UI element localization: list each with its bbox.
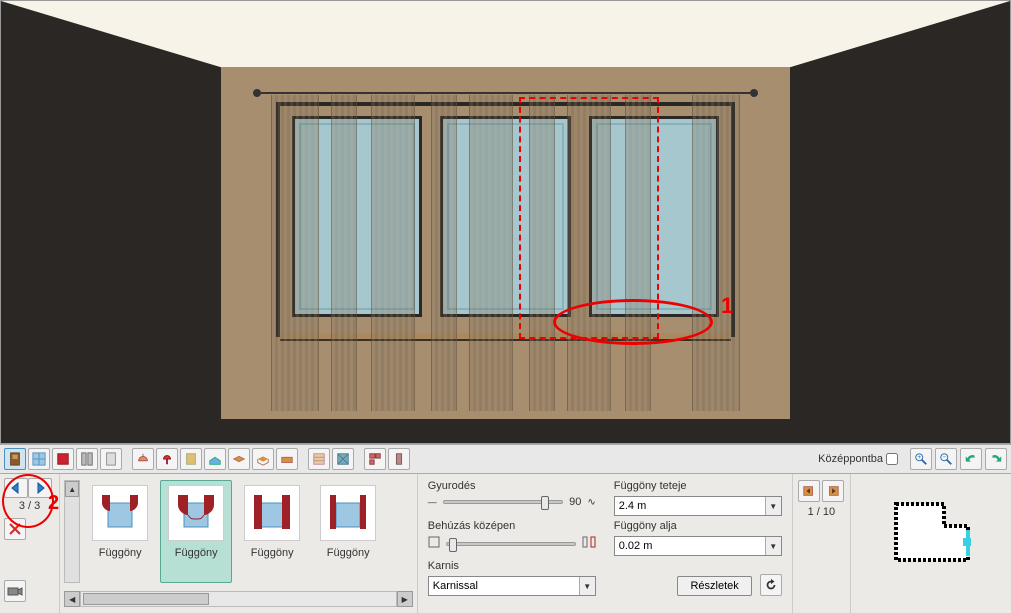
curtain-bottom-combo[interactable]: ▼ [614,536,782,556]
karnis-combo[interactable]: ▼ [428,576,596,596]
dropdown-icon[interactable]: ▼ [765,537,781,555]
catalog-thumb[interactable]: Függöny [84,480,156,583]
category-toolbar: Középpontba + − [0,444,1011,474]
center-checkbox[interactable] [886,453,898,465]
toolbar-tab-4[interactable] [100,448,122,470]
toolbar-tab-5[interactable] [132,448,154,470]
annotation-number-2: 2 [48,492,59,515]
svg-text:−: − [943,454,947,461]
details-button[interactable]: Részletek [677,576,751,596]
behuzas-slider[interactable] [446,542,576,546]
curtain-top-input[interactable] [615,500,765,512]
wave-icon: ∿ [587,497,595,508]
toolbar-tab-14[interactable] [364,448,386,470]
toolbar-tab-9[interactable] [228,448,250,470]
svg-text:+: + [918,454,922,461]
catalog-thumb[interactable]: Függöny [312,480,384,583]
toolbar-tab-6[interactable] [156,448,178,470]
annotation-ellipse-2 [2,474,54,528]
behuzas-min-icon [428,536,440,551]
catalog-thumb[interactable]: Függöny [236,480,308,583]
catalog-thumb[interactable]: Függöny [160,480,232,583]
toolbar-tab-13[interactable] [332,448,354,470]
view-prev-button[interactable] [798,480,820,502]
undo-button[interactable] [960,448,982,470]
center-label: Középpontba [818,453,883,465]
curtain-top-label: Függöny teteje [614,480,782,492]
toolbar-tab-8[interactable] [204,448,226,470]
room-scene [1,1,1010,443]
thumb-label: Függöny [327,547,370,559]
viewport-3d[interactable]: 1 [0,0,1011,444]
toolbar-tab-3[interactable] [76,448,98,470]
toolbar-tab-0[interactable] [4,448,26,470]
view-page-counter: 1 / 10 [808,506,836,518]
view-next-button[interactable] [822,480,844,502]
toolbar-tab-1[interactable] [28,448,50,470]
behuzas-max-icon [582,536,596,551]
toolbar-tab-2[interactable] [52,448,74,470]
toolbar-tab-12[interactable] [308,448,330,470]
parameters-panel: Gyurodés — 90 ∿ Függöny teteje ▼ Behúzás… [418,474,793,613]
annotation-ellipse-1 [553,299,713,345]
catalog-page-nav: 3 / 3 2 [0,474,60,613]
catalog-vscroll[interactable]: ▲ [64,480,80,583]
refresh-button[interactable] [760,574,782,596]
dropdown-icon[interactable]: ▼ [765,497,781,515]
redo-button[interactable] [985,448,1007,470]
catalog-hscroll[interactable]: ◀ ▶ [64,591,413,607]
view-nav: 1 / 10 [793,474,851,613]
karnis-input[interactable] [429,580,579,592]
toolbar-tab-11[interactable] [276,448,298,470]
camera-button[interactable] [4,580,26,602]
bottom-panel: 3 / 3 2 ▲ Függöny Függöny [0,474,1011,613]
zoom-in-button[interactable]: + [910,448,932,470]
gyurodes-slider[interactable] [443,500,563,504]
toolbar-tab-7[interactable] [180,448,202,470]
thumb-label: Függöny [175,547,218,559]
catalog-panel: ▲ Függöny Függöny Függöny Függ [60,474,418,613]
gyurodes-label: Gyurodés [428,480,596,492]
toolbar-tab-15[interactable] [388,448,410,470]
gyurodes-max: 90 [569,496,581,508]
thumb-label: Függöny [251,547,294,559]
karnis-label: Karnis [428,560,596,572]
dropdown-icon[interactable]: ▼ [579,577,595,595]
curtain-bottom-label: Függöny alja [614,520,782,532]
minimap[interactable] [851,474,1011,613]
curtain-bottom-input[interactable] [615,540,765,552]
gyurodes-min-icon: — [428,497,437,507]
curtain-top-combo[interactable]: ▼ [614,496,782,516]
behuzas-label: Behúzás középen [428,520,596,532]
toolbar-tab-10[interactable] [252,448,274,470]
zoom-out-button[interactable]: − [935,448,957,470]
thumb-label: Függöny [99,547,142,559]
curtain-rod [261,92,750,94]
annotation-number-1: 1 [721,293,733,319]
